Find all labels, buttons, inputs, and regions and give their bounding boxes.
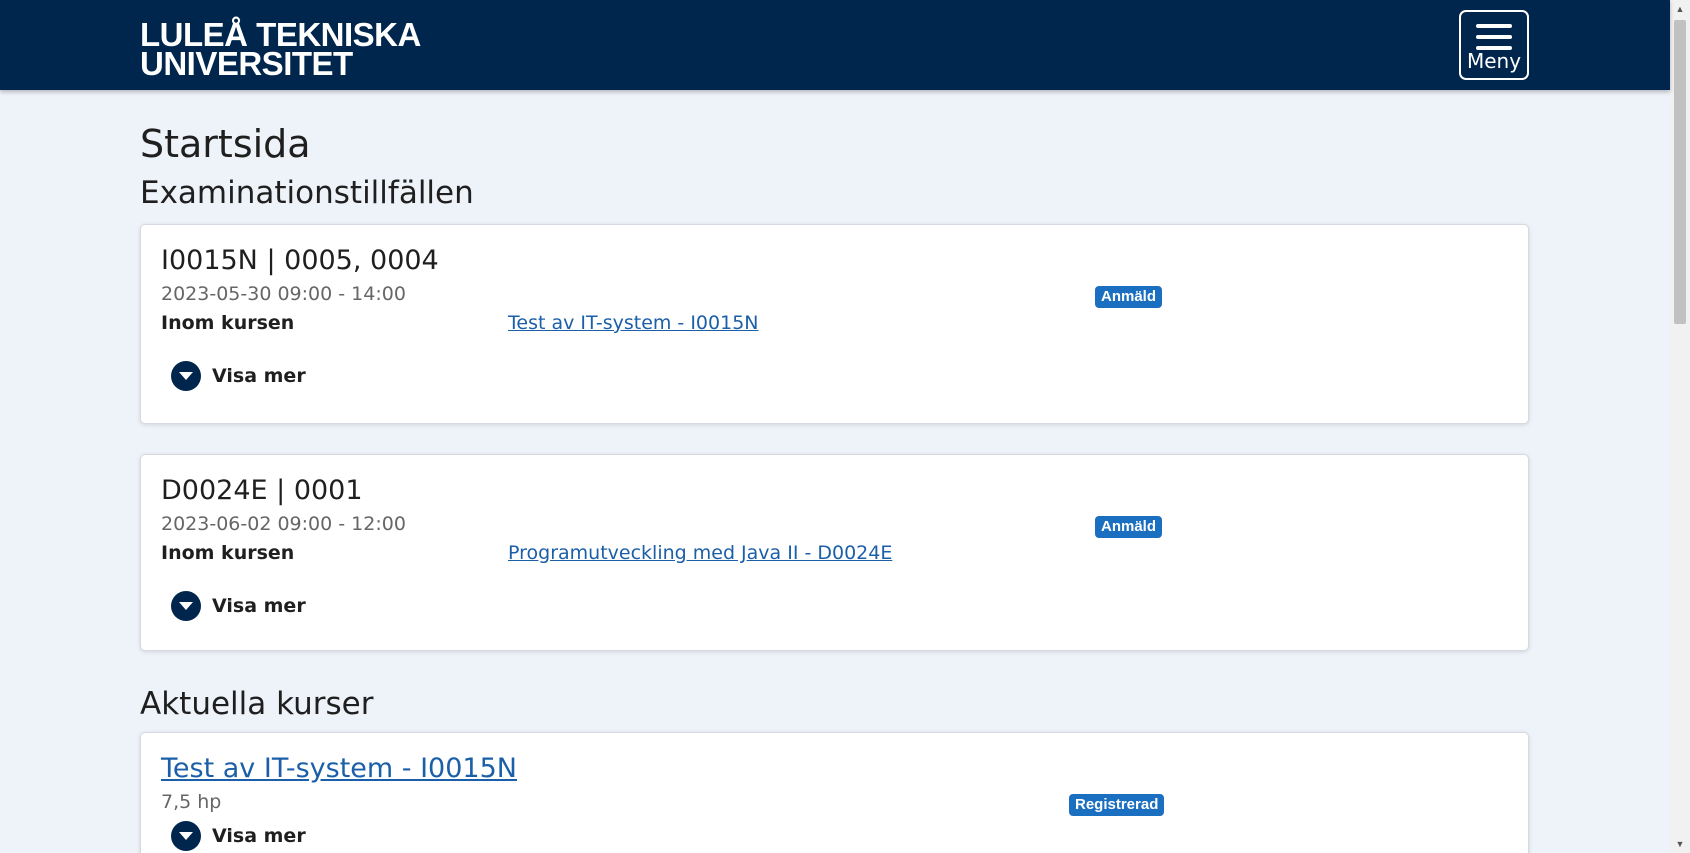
show-more-label: Visa mer <box>212 365 306 387</box>
show-more-button[interactable]: Visa mer <box>171 591 306 621</box>
show-more-button[interactable]: Visa mer <box>171 821 306 851</box>
show-more-button[interactable]: Visa mer <box>171 361 306 391</box>
chevron-down-circle-icon <box>171 821 201 851</box>
exam-card: I0015N | 0005, 0004 2023-05-30 09:00 - 1… <box>140 224 1529 424</box>
course-link[interactable]: Programutveckling med Java II - D0024E <box>508 542 892 564</box>
menu-button[interactable]: Meny <box>1459 10 1529 80</box>
status-badge: Anmäld <box>1095 516 1163 538</box>
exam-title: D0024E | 0001 <box>161 475 363 506</box>
main-content: Startsida Examinationstillfällen I0015N … <box>140 90 1530 853</box>
course-credits: 7,5 hp <box>161 791 222 813</box>
show-more-label: Visa mer <box>212 825 306 847</box>
vertical-scrollbar[interactable]: ▲ ▼ <box>1670 0 1690 853</box>
exam-title: I0015N | 0005, 0004 <box>161 245 439 276</box>
exam-datetime: 2023-06-02 09:00 - 12:00 <box>161 513 406 535</box>
chevron-down-circle-icon <box>171 361 201 391</box>
page-title: Startsida <box>140 122 311 166</box>
scrollbar-thumb[interactable] <box>1674 20 1686 324</box>
top-bar: LULEÅ TEKNISKA UNIVERSITET Meny <box>0 0 1670 90</box>
course-label: Inom kursen <box>161 312 295 334</box>
courses-heading: Aktuella kurser <box>140 686 374 722</box>
course-link[interactable]: Test av IT-system - I0015N <box>508 312 759 334</box>
exams-heading: Examinationstillfällen <box>140 175 474 211</box>
show-more-label: Visa mer <box>212 595 306 617</box>
course-label: Inom kursen <box>161 542 295 564</box>
course-card: Test av IT-system - I0015N 7,5 hp Regist… <box>140 732 1529 853</box>
status-badge: Registrerad <box>1069 794 1165 816</box>
scroll-up-icon[interactable]: ▲ <box>1670 0 1690 18</box>
menu-label: Meny <box>1466 49 1522 73</box>
logo-line-2: UNIVERSITET <box>140 45 353 82</box>
chevron-down-circle-icon <box>171 591 201 621</box>
scroll-down-icon[interactable]: ▼ <box>1670 835 1690 853</box>
course-title-link[interactable]: Test av IT-system - I0015N <box>161 753 517 784</box>
status-badge: Anmäld <box>1095 286 1163 308</box>
university-logo[interactable]: LULEÅ TEKNISKA UNIVERSITET <box>140 18 421 82</box>
exam-datetime: 2023-05-30 09:00 - 14:00 <box>161 283 406 305</box>
viewport: LULEÅ TEKNISKA UNIVERSITET Meny Startsid… <box>0 0 1690 853</box>
exam-card: D0024E | 0001 2023-06-02 09:00 - 12:00 I… <box>140 454 1529 651</box>
